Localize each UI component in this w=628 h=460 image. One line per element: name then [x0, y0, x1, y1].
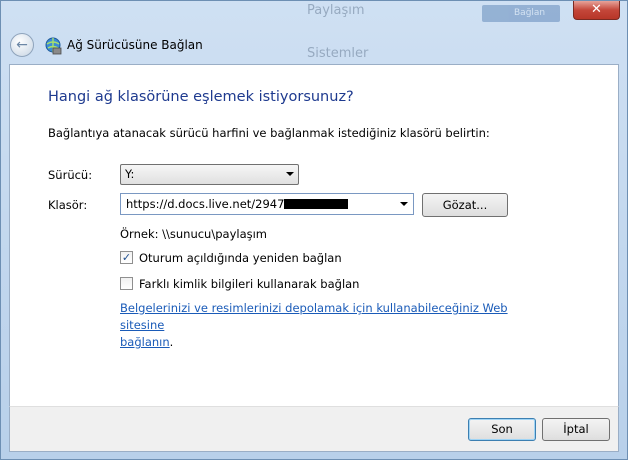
credentials-label: Farklı kimlik bilgileri kullanarak bağla…	[139, 277, 360, 291]
folder-label: Klasör:	[48, 198, 88, 212]
close-button[interactable]: ✕	[573, 1, 620, 20]
back-arrow-icon: ←	[16, 37, 28, 53]
folder-input[interactable]: https://d.docs.live.net/2947	[120, 193, 414, 215]
chevron-down-icon	[286, 172, 294, 176]
title-bar: Paylaşım Sistemler Bağlan ✕ ← Ağ Sürücüs…	[1, 1, 627, 64]
link-period: .	[169, 335, 174, 349]
instructions-text: Bağlantıya atanacak sürücü harfini ve ba…	[48, 126, 490, 140]
content-panel: Hangi ağ klasörüne eşlemek istiyorsunuz?…	[9, 64, 619, 406]
background-window-text: Paylaşım	[307, 3, 365, 18]
network-drive-icon	[45, 37, 62, 55]
website-link[interactable]: Belgelerinizi ve resimlerinizi depolamak…	[120, 300, 520, 351]
background-window-text-2: Sistemler	[307, 46, 369, 61]
redacted-mask	[284, 199, 349, 209]
folder-dropdown-icon[interactable]	[400, 202, 408, 206]
website-link-line2[interactable]: bağlanın	[120, 335, 170, 349]
page-heading: Hangi ağ klasörüne eşlemek istiyorsunuz?	[48, 89, 354, 105]
back-button[interactable]: ←	[10, 33, 34, 57]
example-text: Örnek: \\sunucu\paylaşım	[120, 227, 268, 241]
footer-bar: Son İptal	[9, 406, 619, 452]
background-window-bar: Bağlan	[482, 5, 560, 22]
finish-button[interactable]: Son	[468, 418, 536, 441]
reconnect-checkbox[interactable]: ✓	[120, 251, 133, 264]
dialog-window: Paylaşım Sistemler Bağlan ✕ ← Ağ Sürücüs…	[0, 0, 628, 460]
credentials-checkbox[interactable]	[120, 277, 133, 290]
folder-input-value: https://d.docs.live.net/2947	[126, 197, 285, 211]
drive-select-value: Y:	[125, 167, 135, 181]
cancel-button[interactable]: İptal	[542, 418, 610, 441]
check-icon: ✓	[121, 251, 132, 264]
website-link-line1[interactable]: Belgelerinizi ve resimlerinizi depolamak…	[120, 301, 508, 332]
window-title: Ağ Sürücüsüne Bağlan	[67, 38, 203, 52]
drive-select[interactable]: Y:	[120, 164, 299, 185]
drive-label: Sürücü:	[48, 168, 93, 182]
browse-button[interactable]: Gözat...	[422, 193, 508, 217]
reconnect-label: Oturum açıldığında yeniden bağlan	[139, 251, 342, 265]
